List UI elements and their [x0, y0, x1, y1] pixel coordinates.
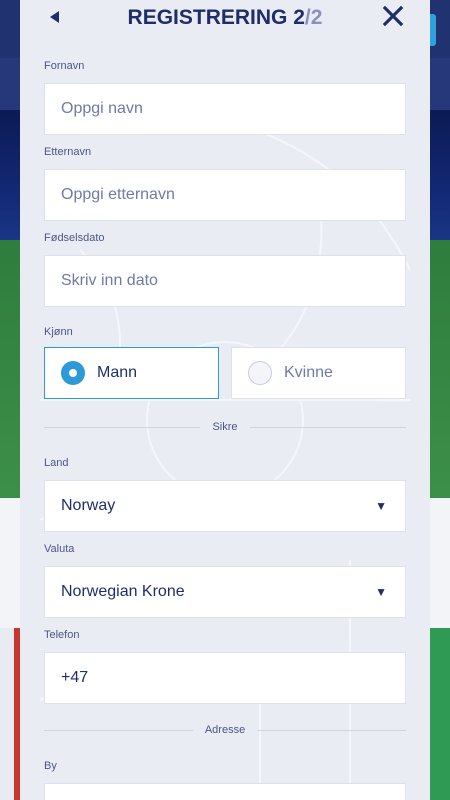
country-label: Land	[44, 457, 69, 469]
address-section-label: Adresse	[204, 724, 246, 736]
birthdate-input[interactable]: Skriv inn dato	[44, 255, 406, 307]
chevron-down-icon: ▼	[375, 585, 387, 599]
last-name-label: Etternavn	[44, 146, 92, 158]
registration-modal: REGISTRERING 2/2 Fornavn Oppgi navn Ette…	[20, 0, 430, 800]
first-name-label: Fornavn	[44, 60, 85, 72]
city-label: By	[44, 760, 57, 772]
currency-label: Valuta	[44, 543, 75, 555]
modal-header: REGISTRERING 2/2	[20, 0, 430, 34]
birthdate-label: Fødselsdato	[44, 232, 105, 244]
currency-field: Valuta Norwegian Krone ▼	[44, 543, 406, 618]
birthdate-field: Fødselsdato Skriv inn dato	[44, 232, 406, 307]
gender-label: Kjønn	[44, 326, 73, 338]
title-text: REGISTRERING	[127, 5, 288, 29]
phone-field: Telefon +47	[44, 629, 406, 704]
page-title: REGISTRERING 2/2	[128, 6, 323, 30]
gender-option-female[interactable]: Kvinne	[231, 347, 406, 399]
country-value: Norway	[61, 497, 116, 514]
country-select[interactable]: Norway ▼	[44, 480, 406, 532]
secure-section-label: Sikre	[212, 421, 238, 433]
address-section-divider: Adresse	[44, 723, 407, 737]
gender-option-female-label: Kvinne	[284, 364, 333, 381]
country-field: Land Norway ▼	[44, 457, 406, 532]
divider-line	[44, 426, 201, 428]
title-step: 2	[293, 5, 305, 29]
radio-unselected-icon	[248, 361, 272, 385]
currency-value: Norwegian Krone	[61, 583, 185, 600]
divider-line	[44, 729, 193, 731]
city-input[interactable]	[44, 783, 406, 800]
phone-input[interactable]: +47	[44, 652, 406, 704]
radio-selected-icon	[61, 361, 85, 385]
last-name-input[interactable]: Oppgi etternavn	[44, 169, 406, 221]
gender-option-male-label: Mann	[97, 364, 138, 381]
gender-option-male[interactable]: Mann	[44, 347, 219, 399]
gender-options: Mann Kvinne	[44, 347, 406, 399]
city-field: By	[44, 760, 406, 800]
currency-select[interactable]: Norwegian Krone ▼	[44, 566, 406, 618]
chevron-down-icon: ▼	[375, 499, 387, 513]
background-card-right	[428, 628, 450, 800]
last-name-field: Etternavn Oppgi etternavn	[44, 146, 406, 221]
divider-line	[249, 426, 406, 428]
divider-line	[257, 729, 407, 731]
gender-field: Kjønn	[44, 326, 406, 340]
close-icon[interactable]	[382, 5, 404, 27]
phone-label: Telefon	[44, 629, 80, 641]
first-name-field: Fornavn Oppgi navn	[44, 60, 406, 135]
secure-section-divider: Sikre	[44, 420, 406, 434]
back-arrow-icon[interactable]	[48, 10, 62, 24]
title-total: 2	[310, 5, 323, 29]
first-name-input[interactable]: Oppgi navn	[44, 83, 406, 135]
